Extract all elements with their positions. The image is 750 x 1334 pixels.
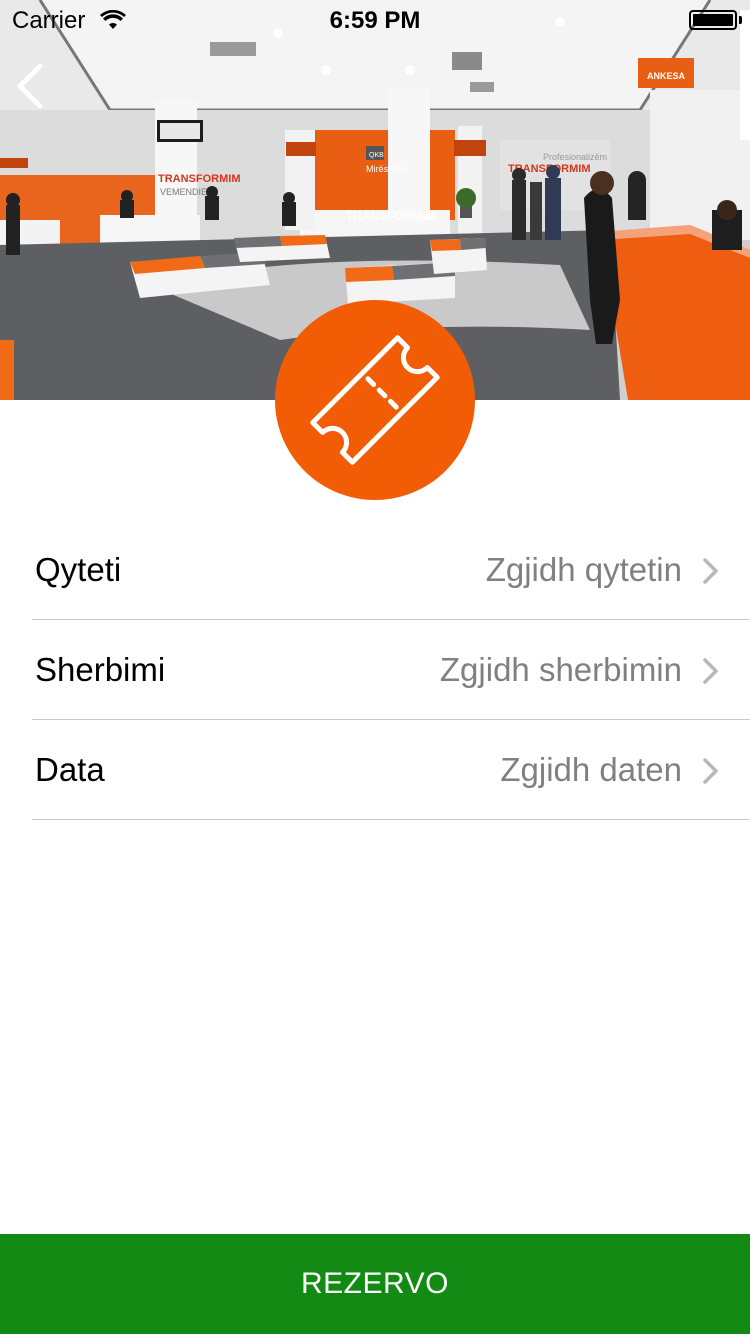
sign-mendie: VEMENDIE <box>160 187 207 197</box>
city-row[interactable]: Qyteti Zgjidh qytetin <box>32 520 750 620</box>
sign-sjellje: Mirësjellje <box>366 164 406 174</box>
service-label: Sherbimi <box>35 651 166 688</box>
chevron-left-icon <box>17 63 43 109</box>
city-label: Qyteti <box>35 551 122 588</box>
reservation-screen: TRANSFORMIM TRANSFORMIM TRANSFORMIM Prof… <box>0 0 750 1334</box>
date-label: Data <box>35 751 105 788</box>
chevron-right-icon <box>703 658 718 684</box>
service-row[interactable]: Sherbimi Zgjidh sherbimin <box>32 620 750 720</box>
sign-ankesa: ANKESA <box>647 71 686 81</box>
city-value: Zgjidh qytetin <box>485 551 682 588</box>
sign-profesionalizem: Profesionalizëm <box>543 152 607 162</box>
date-row[interactable]: Data Zgjidh daten <box>32 720 750 820</box>
ticket-badge <box>275 300 475 500</box>
ticket-icon <box>310 335 440 465</box>
back-button[interactable] <box>10 58 60 114</box>
status-time: 6:59 PM <box>329 7 421 34</box>
reservation-form: Qyteti Zgjidh qytetin Sherbimi Zgjidh sh… <box>0 520 750 820</box>
status-bar: Carrier 6:59 PM <box>0 0 750 40</box>
sign-transformim-left: TRANSFORMIM <box>158 173 241 185</box>
date-value: Zgjidh daten <box>500 751 682 788</box>
battery-icon <box>689 10 737 30</box>
chevron-right-icon <box>703 558 718 584</box>
service-value: Zgjidh sherbimin <box>439 651 682 688</box>
battery-tip <box>739 16 742 24</box>
chevron-right-icon <box>703 758 718 784</box>
sign-transformim-center: TRANSFORMIM <box>346 209 436 223</box>
sign-qkb: QKB <box>369 152 384 159</box>
reserve-button[interactable]: REZERVO <box>0 1234 750 1334</box>
